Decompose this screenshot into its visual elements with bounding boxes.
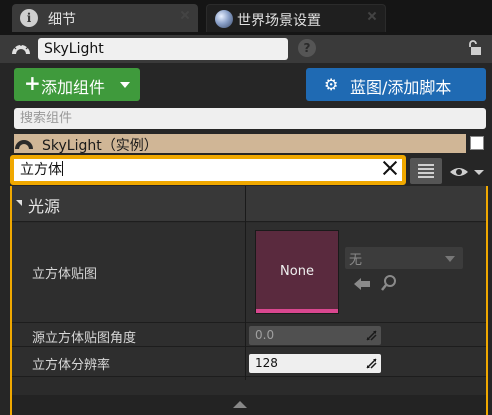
tab-bar: i 细节 世界场景设置 — [0, 0, 492, 35]
tab-world-settings[interactable]: 世界场景设置 — [206, 4, 386, 32]
plus-icon: + — [24, 71, 41, 95]
actor-name-field[interactable]: SkyLight — [38, 38, 288, 60]
cubemap-thumbnail[interactable]: None — [255, 230, 339, 314]
asset-type-color-bar — [256, 309, 338, 313]
details-window: i 细节 世界场景设置 SkyLight ? + 添加组件 ⚙ 蓝图/添加脚本 … — [0, 0, 492, 415]
close-tab-icon[interactable] — [367, 11, 377, 21]
property-search-input[interactable]: 立方体 — [14, 159, 402, 181]
help-icon[interactable]: ? — [298, 39, 316, 57]
property-label: 立方体分辨率 — [32, 358, 111, 373]
property-filter: 立方体 — [10, 155, 406, 185]
details-panel: 光源 立方体贴图 源立方体贴图角度 立方体分辨率 None 无 0.0 128 — [10, 186, 488, 415]
add-component-button[interactable]: + 添加组件 — [14, 68, 140, 101]
chevron-down-icon — [120, 82, 130, 88]
component-search-input[interactable]: 搜索组件 — [14, 108, 486, 129]
list-icon-line — [418, 168, 434, 170]
use-selected-arrow-icon[interactable] — [352, 276, 372, 292]
advanced-expander[interactable] — [12, 395, 486, 415]
property-label: 源立方体贴图角度 — [32, 331, 137, 346]
list-icon-line — [418, 176, 434, 178]
add-component-label: 添加组件 — [41, 78, 106, 97]
property-matrix-button[interactable] — [410, 158, 442, 184]
drag-grip-icon[interactable] — [366, 358, 377, 369]
text-cursor — [62, 161, 63, 176]
cubemap-thumbnail-text: None — [280, 264, 314, 279]
cubemap-resolution-value: 128 — [255, 356, 278, 370]
cubemap-asset-value: 无 — [349, 253, 363, 268]
view-options-eye-icon[interactable] — [448, 163, 488, 181]
tab-details[interactable]: i 细节 — [12, 4, 198, 32]
blueprint-add-script-button[interactable]: ⚙ 蓝图/添加脚本 — [306, 68, 486, 101]
close-tab-icon[interactable] — [180, 10, 190, 20]
chevron-down-icon — [445, 256, 455, 262]
property-label: 立方体贴图 — [32, 267, 98, 282]
world-sphere-icon — [215, 10, 233, 28]
property-row-cubemap: 立方体贴图 — [12, 223, 486, 323]
drag-grip-icon[interactable] — [366, 330, 377, 341]
tab-world-settings-label: 世界场景设置 — [237, 13, 321, 29]
skylight-icon — [12, 43, 30, 54]
list-icon-line — [418, 172, 434, 174]
component-tree-label: SkyLight（实例） — [42, 138, 158, 154]
source-angle-value: 0.0 — [255, 328, 275, 342]
property-search-value: 立方体 — [20, 162, 62, 178]
list-icon-line — [418, 164, 434, 166]
component-tree-item[interactable]: SkyLight（实例） — [14, 134, 466, 154]
lock-icon[interactable] — [465, 39, 483, 57]
column-divider[interactable] — [245, 186, 246, 380]
gear-icon: ⚙ — [324, 75, 339, 94]
category-title: 光源 — [28, 197, 61, 216]
collapse-triangle-icon[interactable] — [16, 200, 22, 206]
skylight-icon — [15, 140, 33, 149]
chevron-up-icon — [233, 401, 247, 408]
cubemap-asset-dropdown[interactable]: 无 — [345, 247, 463, 269]
cubemap-resolution-field[interactable]: 128 — [249, 354, 381, 373]
blueprint-add-script-label: 蓝图/添加脚本 — [350, 78, 452, 97]
clear-search-icon[interactable] — [382, 160, 398, 176]
category-header[interactable]: 光源 — [12, 186, 486, 222]
browse-magnifier-icon[interactable] — [380, 274, 398, 292]
tab-details-label: 细节 — [48, 12, 76, 28]
source-angle-field[interactable]: 0.0 — [249, 326, 381, 345]
info-icon: i — [20, 9, 38, 27]
component-checkbox[interactable] — [470, 136, 484, 150]
